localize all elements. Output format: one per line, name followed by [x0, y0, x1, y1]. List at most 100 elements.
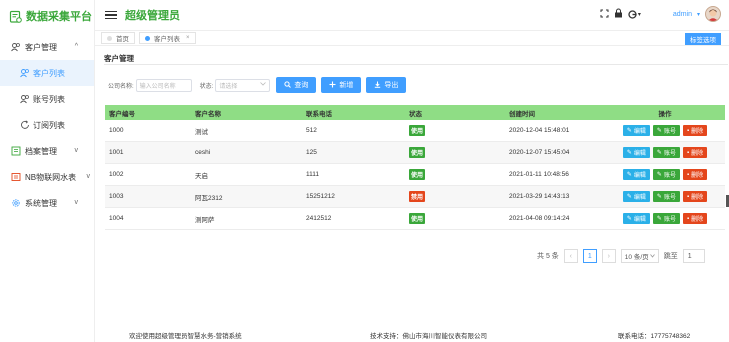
- top-right-tools: ▾ admin ▾: [600, 6, 721, 22]
- button-label: 删除: [691, 173, 704, 179]
- cell-id: 1000: [109, 127, 124, 134]
- archive-icon: [11, 146, 21, 156]
- delete-button[interactable]: ▪ 删除: [682, 169, 708, 180]
- status-badge: 禁用: [409, 191, 426, 202]
- edit-button[interactable]: ✎ 编辑: [622, 213, 650, 224]
- status-select[interactable]: 请选择: [215, 78, 271, 92]
- tab-options-button[interactable]: 标签选项: [685, 33, 721, 45]
- delete-button[interactable]: ▪ 删除: [682, 125, 708, 136]
- chevron-down-icon: v: [74, 147, 79, 154]
- edit-icon: ✎: [656, 216, 662, 222]
- column-header: 操作: [658, 110, 672, 118]
- edit-icon: ✎: [656, 150, 662, 156]
- delete-button[interactable]: ▪ 删除: [682, 191, 708, 202]
- table-header: 客户编号 客户名称 联系电话 状态 创建时间 操作: [105, 105, 725, 120]
- lock-icon[interactable]: [614, 8, 623, 20]
- chevron-down-icon: ▾: [637, 11, 641, 18]
- company-name-input[interactable]: 输入公司名称: [135, 78, 192, 92]
- fullscreen-icon[interactable]: [600, 9, 609, 20]
- edit-button[interactable]: ✎ 编辑: [622, 147, 650, 158]
- button-label: 新增: [339, 82, 354, 89]
- users-icon: [20, 68, 30, 78]
- button-label: 删除: [691, 195, 704, 201]
- sidebar-item-account-list[interactable]: 账号列表: [0, 86, 94, 112]
- avatar[interactable]: [705, 6, 721, 22]
- status-badge: 使用: [409, 213, 426, 224]
- trash-icon: ▪: [686, 149, 690, 156]
- cell-id: 1002: [109, 171, 124, 178]
- trash-icon: ▪: [686, 171, 690, 178]
- main-content: 客户管理 公司名称: 输入公司名称 状态: 请选择 查询 新增 导出 客户编号 …: [95, 47, 729, 342]
- customer-table: 客户编号 客户名称 联系电话 状态 创建时间 操作 1000 测试 512 使用…: [105, 105, 725, 230]
- logo[interactable]: 数据采集平台: [0, 0, 94, 32]
- edit-icon: ✎: [626, 150, 632, 156]
- cell-created: 2021-03-29 14:43:13: [509, 193, 570, 200]
- sidebar-item-customer-management[interactable]: 客户管理 ^: [0, 34, 94, 60]
- edit-button[interactable]: ✎ 编辑: [622, 191, 650, 202]
- cell-name: 阿瓦2312: [195, 194, 223, 202]
- tab-bar: 首页 客户列表 × 标签选项: [95, 30, 729, 46]
- sidebar-item-subscription-list[interactable]: 订阅列表: [0, 112, 94, 138]
- cell-phone: 512: [306, 127, 317, 134]
- cell-name: 天启: [195, 172, 208, 180]
- button-label: 账号: [663, 151, 676, 157]
- page-size-select[interactable]: 10 条/页: [620, 249, 659, 263]
- menu-toggle-icon[interactable]: [105, 10, 117, 20]
- edit-button[interactable]: ✎ 编辑: [622, 169, 650, 180]
- chevron-down-icon: ▾: [696, 11, 700, 18]
- delete-button[interactable]: ▪ 删除: [682, 213, 708, 224]
- table-row: 1001 ceshi 125 使用 2020-12-07 15:45:04 ✎ 编…: [105, 142, 725, 164]
- edit-icon: ✎: [626, 172, 632, 178]
- cell-phone: 2412512: [306, 215, 332, 222]
- footer-support: 技术支持：佛山市海川智能仪表有限公司: [370, 333, 487, 340]
- table-row: 1003 阿瓦2312 15251212 禁用 2021-03-29 14:43…: [105, 186, 725, 208]
- sidebar-item-label: 客户列表: [33, 68, 65, 78]
- column-header: 状态: [409, 110, 422, 118]
- account-button[interactable]: ✎ 账号: [652, 169, 680, 180]
- theme-icon[interactable]: ▾: [628, 9, 641, 19]
- status-badge: 使用: [409, 125, 426, 136]
- divider: [104, 64, 728, 65]
- sidebar-item-archive-management[interactable]: 档案管理 v: [0, 138, 94, 164]
- cell-id: 1001: [109, 149, 124, 156]
- edit-icon: ✎: [626, 194, 632, 200]
- delete-button[interactable]: ▪ 删除: [682, 147, 708, 158]
- status-badge: 使用: [409, 169, 426, 180]
- account-button[interactable]: ✎ 账号: [652, 213, 680, 224]
- gear-icon: [11, 198, 21, 208]
- column-header: 创建时间: [509, 110, 535, 118]
- column-header: 联系电话: [306, 110, 332, 118]
- cell-created: 2021-04-08 09:14:24: [509, 215, 570, 222]
- chevron-down-icon: v: [86, 173, 91, 180]
- refresh-icon: [20, 120, 30, 130]
- sidebar-item-nb-water-meter[interactable]: NB物联网水表 v: [0, 164, 94, 190]
- close-icon[interactable]: ×: [186, 35, 190, 41]
- export-button[interactable]: 导出: [366, 77, 407, 93]
- admin-name[interactable]: admin: [673, 11, 692, 18]
- query-button[interactable]: 查询: [276, 77, 317, 93]
- tab-home[interactable]: 首页: [101, 32, 135, 44]
- add-button[interactable]: 新增: [321, 77, 362, 93]
- account-button[interactable]: ✎ 账号: [652, 147, 680, 158]
- prev-page-button[interactable]: ‹: [563, 249, 578, 263]
- logo-icon: [8, 9, 22, 23]
- sidebar-item-customer-list[interactable]: 客户列表: [0, 60, 94, 86]
- page-number-button[interactable]: 1: [582, 249, 597, 263]
- sidebar-item-system-management[interactable]: 系统管理 v: [0, 190, 94, 216]
- jump-page-input[interactable]: 1: [682, 249, 705, 263]
- footer-phone: 联系电话：17775748362: [618, 333, 691, 340]
- account-button[interactable]: ✎ 账号: [652, 191, 680, 202]
- cell-created: 2021-01-11 10:48:56: [509, 171, 569, 178]
- company-name-label: 公司名称:: [108, 83, 134, 90]
- button-label: 账号: [663, 195, 676, 201]
- cell-name: 测阿萨: [195, 216, 215, 224]
- column-header: 客户名称: [195, 110, 221, 118]
- next-page-button[interactable]: ›: [601, 249, 616, 263]
- sidebar: 数据采集平台 客户管理 ^ 客户列表 账号列表 订阅列表 档案管理 v NB物联…: [0, 0, 95, 342]
- edit-button[interactable]: ✎ 编辑: [622, 125, 650, 136]
- account-button[interactable]: ✎ 账号: [652, 125, 680, 136]
- cell-name: ceshi: [195, 149, 211, 156]
- tab-customer-list[interactable]: 客户列表 ×: [139, 32, 196, 44]
- status-select-placeholder: 请选择: [219, 83, 238, 90]
- edit-icon: ✎: [656, 194, 662, 200]
